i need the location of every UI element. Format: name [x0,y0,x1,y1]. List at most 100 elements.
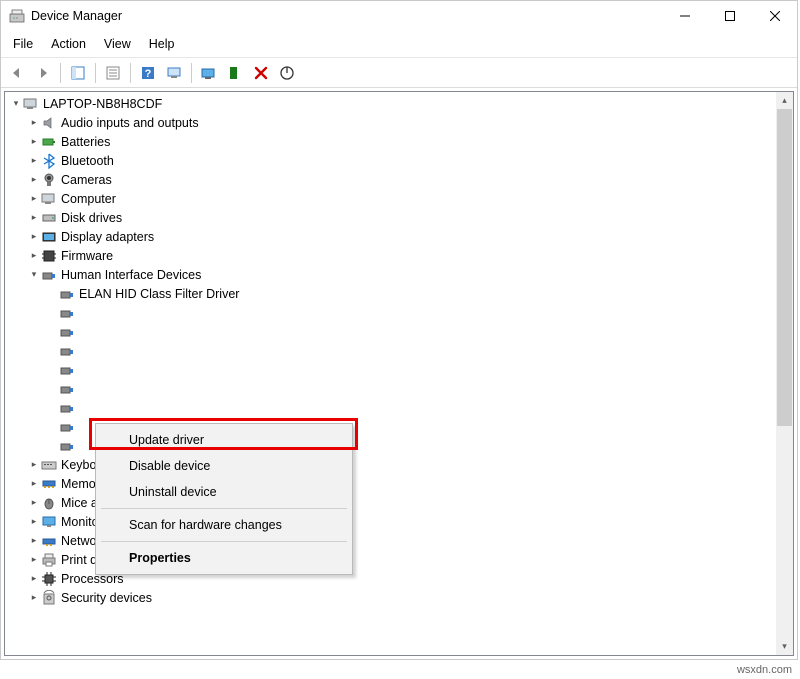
camera-icon [41,172,57,188]
expand-icon[interactable]: ▸ [27,230,41,244]
scroll-up-button[interactable]: ▴ [776,92,793,109]
disk-icon [41,210,57,226]
expand-icon[interactable]: ▸ [27,116,41,130]
tree-item-hid-child[interactable] [7,322,776,341]
hid-device-icon [59,400,75,416]
device-manager-window: Device Manager File Action View Help ? [0,0,798,660]
expand-icon[interactable]: ▸ [27,477,41,491]
printer-icon [41,552,57,568]
collapse-icon[interactable]: ▾ [9,97,23,111]
expand-icon[interactable]: ▸ [27,591,41,605]
scroll-down-button[interactable]: ▾ [776,638,793,655]
show-hide-tree-button[interactable] [66,61,90,85]
scroll-thumb[interactable] [777,109,792,426]
vertical-scrollbar[interactable]: ▴ ▾ [776,92,793,655]
tree-item-hid[interactable]: ▾Human Interface Devices [7,265,776,284]
menu-action[interactable]: Action [43,33,94,55]
ctx-scan-hardware[interactable]: Scan for hardware changes [99,512,349,538]
hid-device-icon [59,343,75,359]
tree-item-cameras[interactable]: ▸Cameras [7,170,776,189]
expand-icon[interactable]: ▸ [27,154,41,168]
maximize-button[interactable] [707,1,752,31]
menu-file[interactable]: File [5,33,41,55]
hid-device-icon [59,381,75,397]
collapse-icon[interactable]: ▾ [27,268,41,282]
app-icon [9,8,25,24]
hid-device-icon [59,362,75,378]
disable-button[interactable] [223,61,247,85]
help-button[interactable]: ? [136,61,160,85]
expand-icon[interactable]: ▸ [27,553,41,567]
tree-item-hid-child[interactable] [7,341,776,360]
toolbar-sep [95,63,96,83]
expand-icon[interactable]: ▸ [27,192,41,206]
ctx-uninstall-device[interactable]: Uninstall device [99,479,349,505]
enable-button[interactable] [275,61,299,85]
content-pane: ▾ LAPTOP-NB8H8CDF ▸Audio inputs and outp… [4,91,794,656]
scroll-track[interactable] [776,109,793,638]
expand-icon[interactable]: ▸ [27,534,41,548]
titlebar: Device Manager [1,1,797,31]
expand-icon[interactable]: ▸ [27,458,41,472]
processor-icon [41,571,57,587]
menubar: File Action View Help [1,31,797,58]
toolbar-sep [191,63,192,83]
window-controls [662,1,797,31]
memory-icon [41,476,57,492]
properties-button[interactable] [101,61,125,85]
window-title: Device Manager [31,9,662,23]
tree-item-display[interactable]: ▸Display adapters [7,227,776,246]
tree-item-hid-child[interactable] [7,398,776,417]
menu-help[interactable]: Help [141,33,183,55]
root-label: LAPTOP-NB8H8CDF [43,97,162,111]
tree-item-hid-child[interactable] [7,360,776,379]
expand-icon[interactable]: ▸ [27,515,41,529]
bluetooth-icon [41,153,57,169]
computer-icon [23,96,39,112]
tree-item-hid-child[interactable] [7,379,776,398]
ctx-properties[interactable]: Properties [99,545,349,571]
tree-item-elan[interactable]: ELAN HID Class Filter Driver [7,284,776,303]
watermark: wsxdn.com [733,663,796,677]
monitor-icon [41,514,57,530]
context-menu: Update driver Disable device Uninstall d… [95,423,353,575]
minimize-button[interactable] [662,1,707,31]
tree-item-batteries[interactable]: ▸Batteries [7,132,776,151]
svg-text:?: ? [145,68,152,80]
ctx-update-driver[interactable]: Update driver [99,427,349,453]
menu-view[interactable]: View [96,33,139,55]
toolbar: ? [1,58,797,88]
hid-device-icon [59,419,75,435]
expand-icon[interactable]: ▸ [27,211,41,225]
toolbar-sep [60,63,61,83]
back-button[interactable] [5,61,29,85]
ctx-disable-device[interactable]: Disable device [99,453,349,479]
tree-item-bluetooth[interactable]: ▸Bluetooth [7,151,776,170]
update-driver-button[interactable] [197,61,221,85]
hid-icon [41,267,57,283]
network-icon [41,533,57,549]
security-icon [41,590,57,606]
forward-button[interactable] [31,61,55,85]
uninstall-button[interactable] [249,61,273,85]
mouse-icon [41,495,57,511]
tree-item-audio[interactable]: ▸Audio inputs and outputs [7,113,776,132]
expand-icon[interactable]: ▸ [27,173,41,187]
battery-icon [41,134,57,150]
hid-device-icon [59,438,75,454]
close-button[interactable] [752,1,797,31]
tree-item-computer[interactable]: ▸Computer [7,189,776,208]
tree-item-security[interactable]: ▸Security devices [7,588,776,607]
expand-icon[interactable]: ▸ [27,135,41,149]
expand-icon[interactable]: ▸ [27,572,41,586]
scan-button[interactable] [162,61,186,85]
hid-device-icon [59,324,75,340]
ctx-separator [101,541,347,542]
tree-item-firmware[interactable]: ▸Firmware [7,246,776,265]
expand-icon[interactable]: ▸ [27,249,41,263]
tree-root[interactable]: ▾ LAPTOP-NB8H8CDF [7,94,776,113]
tree-item-hid-child[interactable] [7,303,776,322]
tree-item-disk[interactable]: ▸Disk drives [7,208,776,227]
expand-icon[interactable]: ▸ [27,496,41,510]
audio-icon [41,115,57,131]
